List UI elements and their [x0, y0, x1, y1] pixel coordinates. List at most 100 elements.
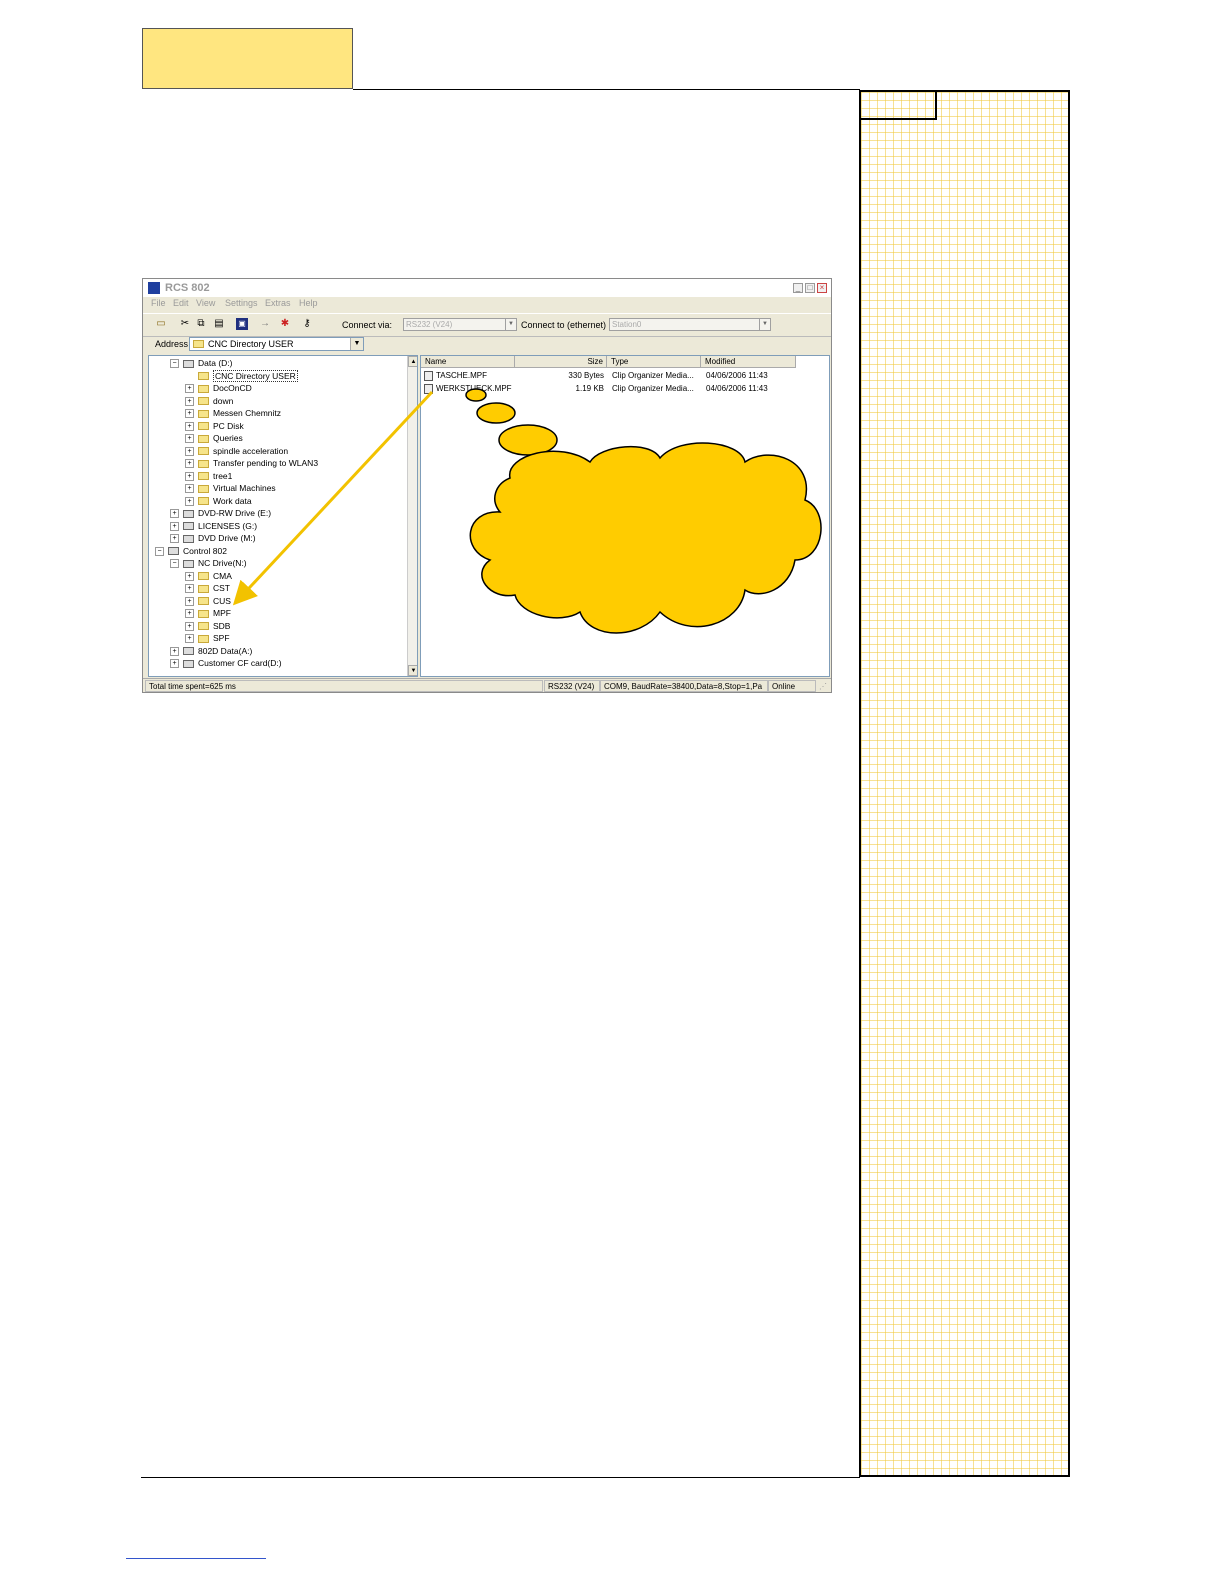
tree-item-label: MPF: [213, 608, 231, 618]
folder-tree[interactable]: − Data (D:) CNC Directory USER + DocOnCD + dow…: [148, 355, 418, 677]
connect-via-select[interactable]: RS232 (V24) ▼: [403, 318, 517, 331]
chevron-down-icon[interactable]: ▼: [350, 338, 363, 350]
tree-item[interactable]: + SPF: [185, 632, 230, 644]
expand-icon[interactable]: +: [185, 459, 194, 469]
open-folder-icon[interactable]: ▭: [155, 318, 167, 330]
cut-icon[interactable]: ✂: [179, 318, 191, 330]
expand-icon[interactable]: +: [185, 384, 194, 394]
tree-item[interactable]: + MPF: [185, 607, 231, 619]
expand-icon[interactable]: +: [185, 571, 194, 581]
tree-item[interactable]: + Virtual Machines: [185, 482, 276, 494]
status-mode: RS232 (V24): [544, 680, 600, 692]
menu-view[interactable]: View: [196, 298, 215, 308]
connect-via-value: RS232 (V24): [406, 320, 453, 329]
notes-grid-panel: [859, 90, 1070, 1477]
folder-icon: [193, 340, 204, 348]
tree-scrollbar[interactable]: ▲ ▼: [407, 356, 417, 676]
file-list[interactable]: Name Size Type Modified TASCHE.MPF 330 B…: [420, 355, 830, 677]
maximize-button[interactable]: □: [805, 283, 815, 293]
file-size: 1.19 KB: [575, 384, 604, 393]
disconnect-icon[interactable]: ✱: [279, 318, 291, 330]
tree-item[interactable]: + Messen Chemnitz: [185, 407, 281, 419]
drive-icon: [183, 534, 194, 543]
expand-icon[interactable]: +: [170, 534, 179, 544]
tree-item[interactable]: +802D Data(A:): [170, 645, 252, 657]
tree-item[interactable]: + tree1: [185, 470, 232, 482]
menu-file[interactable]: File: [151, 298, 166, 308]
expand-icon[interactable]: +: [185, 471, 194, 481]
tree-item[interactable]: + CUS: [185, 595, 231, 607]
expand-icon[interactable]: +: [185, 434, 194, 444]
copy-icon[interactable]: ⧉: [195, 318, 207, 330]
tree-item[interactable]: CNC Directory USER: [185, 369, 298, 382]
column-header-modified[interactable]: Modified: [701, 356, 796, 368]
key-icon[interactable]: ⚷: [301, 318, 313, 330]
tree-item-label: Messen Chemnitz: [213, 408, 282, 418]
column-header-size[interactable]: Size: [515, 356, 607, 368]
column-header-name[interactable]: Name: [421, 356, 515, 368]
tree-item[interactable]: + PC Disk: [185, 420, 244, 432]
save-icon[interactable]: ▣: [236, 318, 248, 330]
expand-icon[interactable]: +: [170, 659, 179, 669]
tree-item-label: Transfer pending to WLAN3: [213, 458, 319, 468]
resize-grip-icon[interactable]: ⋰: [819, 682, 827, 691]
title-bar[interactable]: RCS 802 _ □ ×: [143, 279, 831, 297]
expand-icon[interactable]: +: [185, 584, 194, 594]
expand-icon[interactable]: +: [170, 509, 179, 519]
expand-icon[interactable]: +: [185, 496, 194, 506]
expand-icon[interactable]: +: [185, 446, 194, 456]
menu-extras[interactable]: Extras: [265, 298, 291, 308]
menu-help[interactable]: Help: [299, 298, 318, 308]
minimize-button[interactable]: _: [793, 283, 803, 293]
menu-settings[interactable]: Settings: [225, 298, 258, 308]
tree-item[interactable]: + down: [185, 395, 233, 407]
expand-icon[interactable]: +: [185, 609, 194, 619]
tree-item[interactable]: − Control 802: [155, 545, 227, 557]
tree-item[interactable]: + Queries: [185, 432, 243, 444]
close-button[interactable]: ×: [817, 283, 827, 293]
column-header-type[interactable]: Type: [607, 356, 701, 368]
collapse-icon[interactable]: −: [170, 559, 179, 569]
collapse-icon[interactable]: −: [170, 359, 179, 369]
tree-item[interactable]: + SDB: [185, 620, 230, 632]
expand-icon[interactable]: +: [185, 621, 194, 631]
menu-edit[interactable]: Edit: [173, 298, 189, 308]
folder-icon: [198, 384, 209, 393]
tree-item[interactable]: − Data (D:): [170, 357, 232, 369]
paste-icon[interactable]: ▤: [213, 318, 225, 330]
expand-icon[interactable]: +: [170, 646, 179, 656]
footer-link[interactable]: [126, 1558, 266, 1559]
scroll-down-icon[interactable]: ▼: [408, 665, 417, 676]
tree-item[interactable]: + Customer CF card(D:): [170, 657, 282, 669]
file-icon: [424, 370, 433, 381]
connect-icon[interactable]: →: [259, 318, 271, 330]
expand-icon[interactable]: +: [185, 596, 194, 606]
tree-item[interactable]: + Transfer pending to WLAN3: [185, 457, 318, 469]
tree-item[interactable]: + Work data: [185, 495, 252, 507]
expand-icon[interactable]: +: [185, 396, 194, 406]
tree-item-label: CNC Directory USER: [213, 369, 298, 382]
address-combo[interactable]: CNC Directory USER ▼: [189, 337, 364, 351]
connect-via-label: Connect via:: [342, 320, 393, 330]
expand-icon[interactable]: +: [185, 421, 194, 431]
connect-to-select[interactable]: Station0 ▼: [609, 318, 771, 331]
collapse-icon[interactable]: −: [155, 546, 164, 556]
expand-icon[interactable]: +: [185, 484, 194, 494]
tree-item[interactable]: + CST: [185, 582, 230, 594]
tree-item[interactable]: − NC Drive(N:): [170, 557, 247, 569]
tree-item[interactable]: + DocOnCD: [185, 382, 252, 394]
tree-item[interactable]: + LICENSES (G:): [170, 520, 257, 532]
folder-icon: [198, 497, 209, 506]
tree-item[interactable]: + DVD Drive (M:): [170, 532, 256, 544]
expand-icon[interactable]: +: [185, 409, 194, 419]
folder-icon: [198, 397, 209, 406]
expand-icon[interactable]: +: [185, 634, 194, 644]
scroll-up-icon[interactable]: ▲: [408, 356, 417, 367]
tree-item-label: SPF: [213, 633, 230, 643]
tree-item[interactable]: + CMA: [185, 570, 232, 582]
expand-icon[interactable]: +: [170, 521, 179, 531]
tree-item[interactable]: + DVD-RW Drive (E:): [170, 507, 271, 519]
tree-item[interactable]: + spindle acceleration: [185, 445, 288, 457]
file-type: Clip Organizer Media...: [612, 384, 694, 393]
folder-icon: [198, 609, 209, 618]
